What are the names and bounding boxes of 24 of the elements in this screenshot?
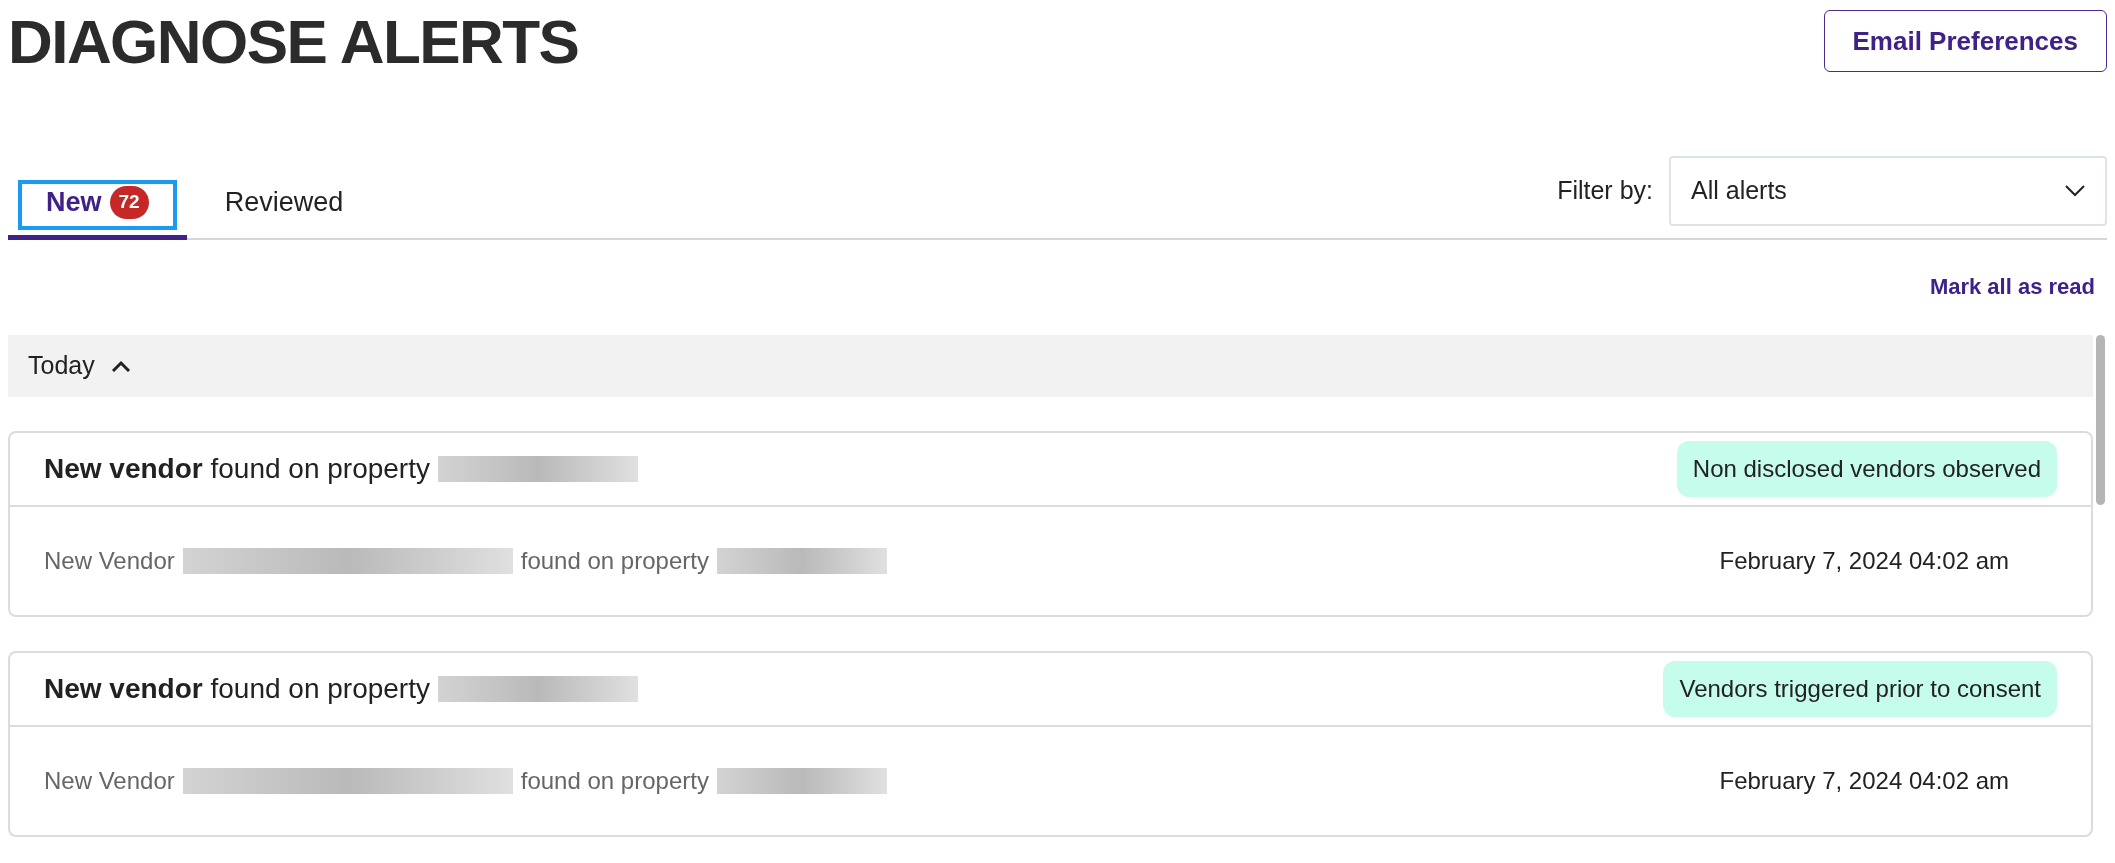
alert-title: New vendor found on property: [44, 672, 430, 706]
alert-detail-text: New Vendor: [44, 546, 175, 576]
alert-date: February 7, 2024 04:02 am: [1719, 766, 2009, 796]
alert-title: New vendor found on property: [44, 452, 430, 486]
alert-detail-text: found on property: [520, 546, 709, 576]
alert-category-tag: Non disclosed vendors observed: [1676, 441, 2057, 497]
chevron-up-icon: [110, 360, 131, 372]
alert-card[interactable]: New vendor found on property Non disclosed vendors observed New Vendor found on property February 7, 2024 04:02 am: [8, 431, 2093, 617]
email-preferences-button[interactable]: Email Preferences: [1823, 10, 2107, 72]
alert-date: February 7, 2024 04:02 am: [1719, 546, 2009, 576]
filter-dropdown[interactable]: All alerts: [1669, 156, 2107, 226]
alert-category-tag: Vendors triggered prior to consent: [1663, 661, 2057, 717]
group-header[interactable]: Today: [8, 335, 2093, 397]
mark-all-read-link[interactable]: Mark all as read: [1929, 270, 2095, 303]
alert-detail-text: found on property: [520, 766, 709, 796]
chevron-down-icon: [2065, 185, 2085, 197]
tab[interactable]: Reviewed: [186, 170, 382, 240]
count-badge: 72: [109, 186, 149, 219]
filter-label: Filter by:: [1557, 175, 1653, 207]
alert-detail-text: New Vendor: [44, 766, 175, 796]
alert-card[interactable]: New vendor found on property Vendors triggered prior to consent New Vendor found on property February 7, 2024 04:02 am: [8, 651, 2093, 837]
scrollbar-thumb[interactable]: [2096, 335, 2105, 505]
tab[interactable]: New 72: [8, 170, 187, 240]
page-title: DIAGNOSE ALERTS: [8, 6, 579, 78]
